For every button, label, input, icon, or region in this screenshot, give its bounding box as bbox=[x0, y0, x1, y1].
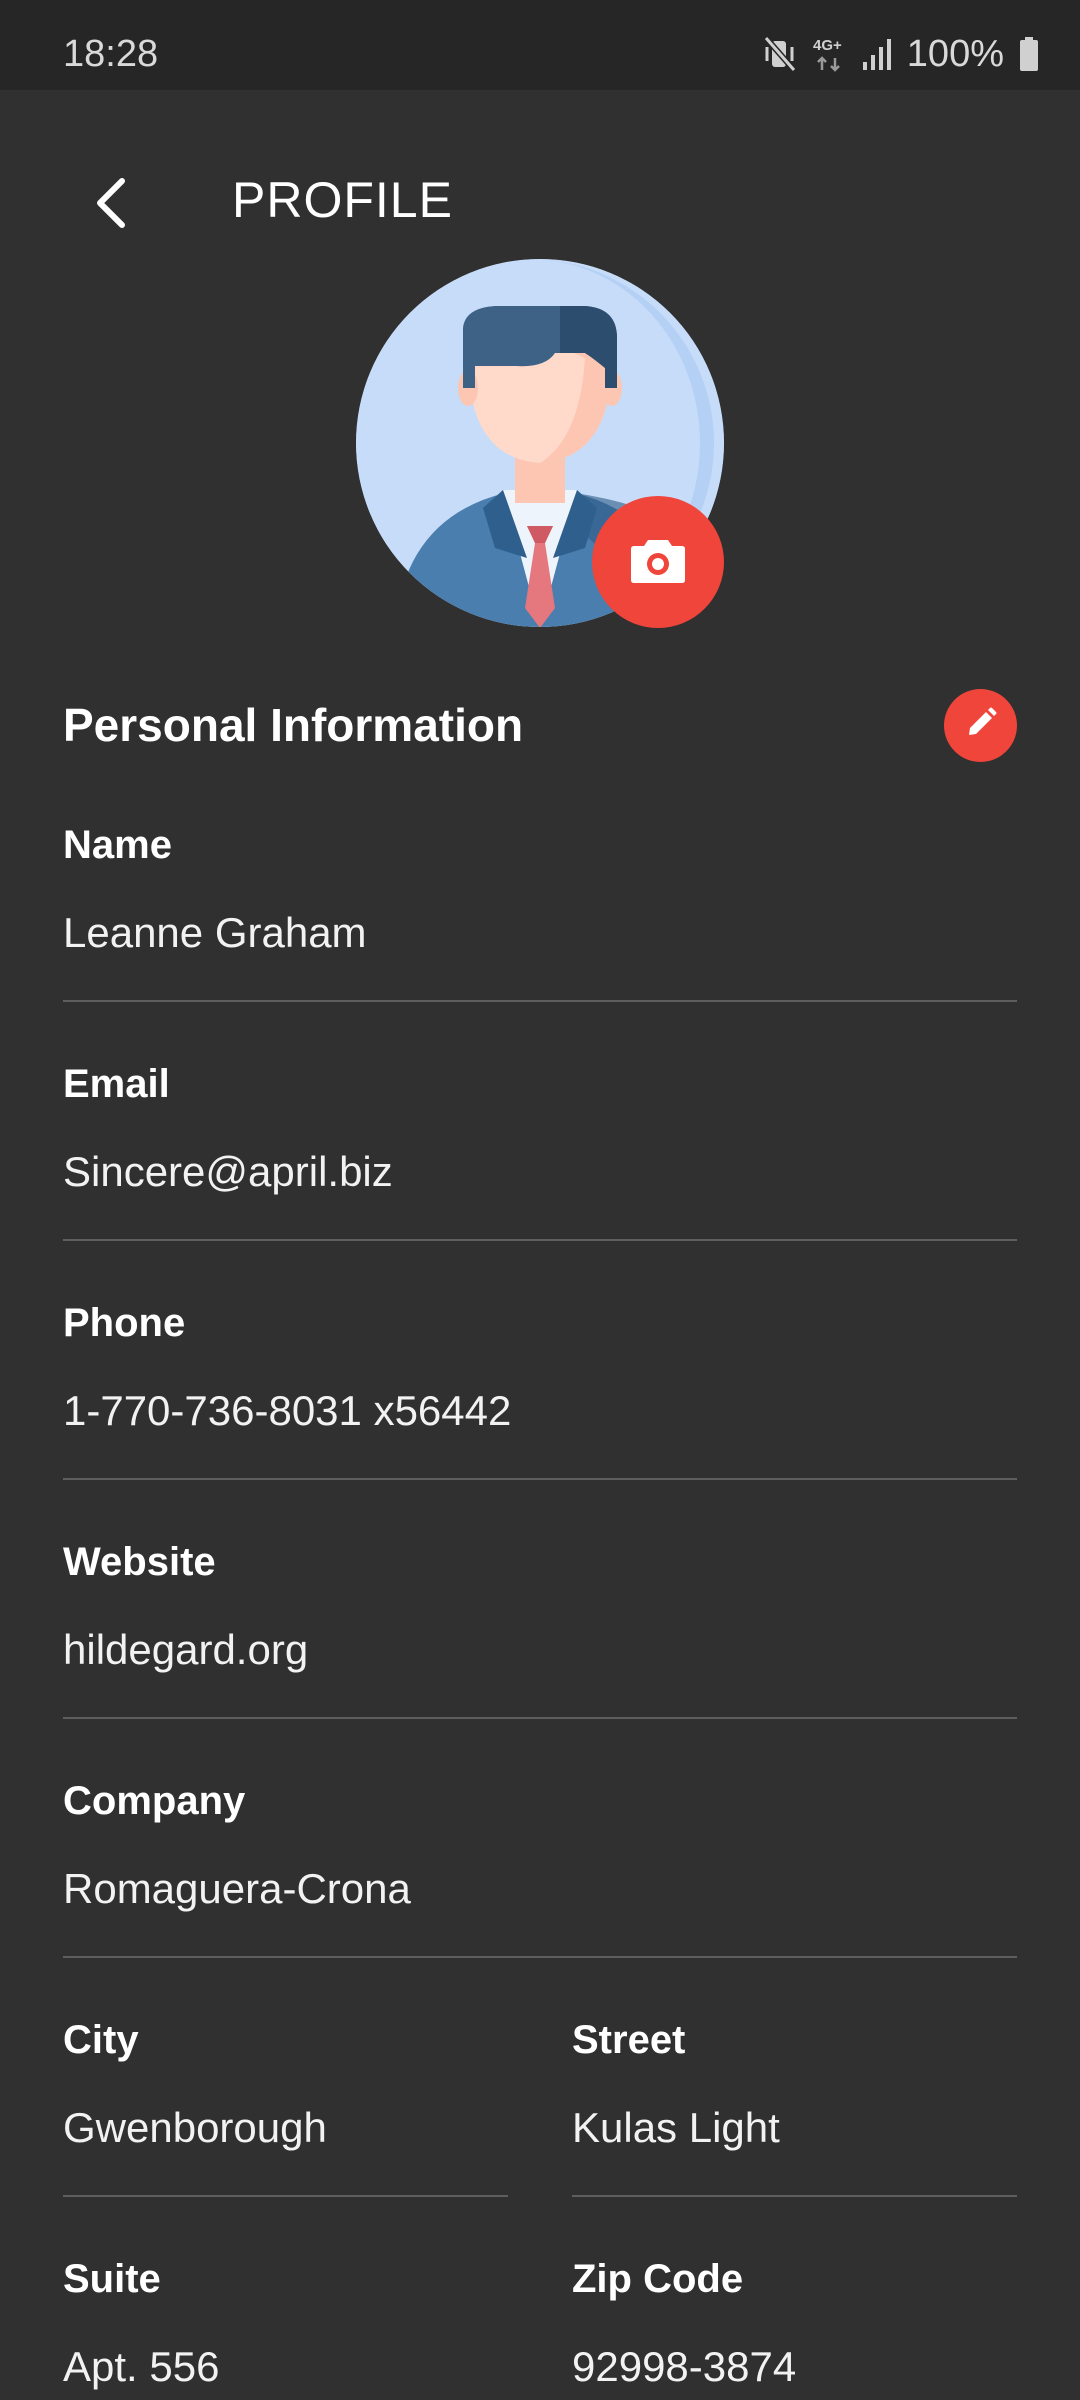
city-value: Gwenborough bbox=[63, 2104, 327, 2151]
city-field: City Gwenborough bbox=[63, 2015, 508, 2197]
pencil-icon bbox=[965, 707, 997, 744]
suite-value: Apt. 556 bbox=[63, 2343, 220, 2390]
company-field: Company Romaguera-Crona bbox=[63, 1776, 1017, 1958]
signal-icon bbox=[861, 36, 893, 72]
page-title: PROFILE bbox=[232, 172, 453, 228]
status-bar: 18:28 4G+ 100% bbox=[0, 0, 1080, 90]
profile-screen: 18:28 4G+ 100% PROFILE Personal Informat… bbox=[0, 0, 1080, 2400]
mute-vibrate-icon bbox=[763, 35, 797, 73]
change-photo-button[interactable] bbox=[592, 496, 724, 628]
city-label: City bbox=[63, 2018, 139, 2062]
website-value: hildegard.org bbox=[63, 1626, 309, 1673]
zipcode-value: 92998-3874 bbox=[572, 2343, 797, 2390]
company-value: Romaguera-Crona bbox=[63, 1865, 411, 1912]
name-value: Leanne Graham bbox=[63, 909, 367, 956]
name-label: Name bbox=[63, 823, 172, 867]
website-field: Website hildegard.org bbox=[63, 1537, 1017, 1719]
phone-field: Phone 1-770-736-8031 x56442 bbox=[63, 1298, 1017, 1480]
suite-label: Suite bbox=[63, 2257, 161, 2301]
email-value: Sincere@april.biz bbox=[63, 1148, 393, 1195]
section-title: Personal Information bbox=[63, 699, 524, 751]
chevron-left-icon bbox=[90, 175, 130, 236]
company-label: Company bbox=[63, 1779, 246, 1823]
website-label: Website bbox=[63, 1540, 216, 1584]
edit-button[interactable] bbox=[944, 689, 1017, 762]
status-icons: 4G+ 100% bbox=[763, 28, 1040, 80]
street-field: Street Kulas Light bbox=[572, 2015, 1017, 2197]
zipcode-label: Zip Code bbox=[572, 2257, 744, 2301]
phone-label: Phone bbox=[63, 1301, 186, 1345]
svg-text:4G+: 4G+ bbox=[813, 37, 842, 54]
back-button[interactable] bbox=[70, 165, 150, 245]
phone-value: 1-770-736-8031 x56442 bbox=[63, 1387, 512, 1434]
battery-percent: 100% bbox=[906, 33, 1004, 75]
street-value: Kulas Light bbox=[572, 2104, 780, 2151]
email-label: Email bbox=[63, 1062, 170, 1106]
email-field: Email Sincere@april.biz bbox=[63, 1059, 1017, 1241]
name-field: Name Leanne Graham bbox=[63, 820, 1017, 1002]
zipcode-field: Zip Code 92998-3874 bbox=[572, 2254, 1017, 2400]
status-time: 18:28 bbox=[63, 33, 159, 75]
camera-icon bbox=[630, 536, 686, 589]
battery-icon bbox=[1018, 36, 1040, 72]
suite-field: Suite Apt. 556 bbox=[63, 2254, 508, 2400]
4g-plus-icon: 4G+ bbox=[811, 34, 847, 74]
street-label: Street bbox=[572, 2018, 686, 2062]
